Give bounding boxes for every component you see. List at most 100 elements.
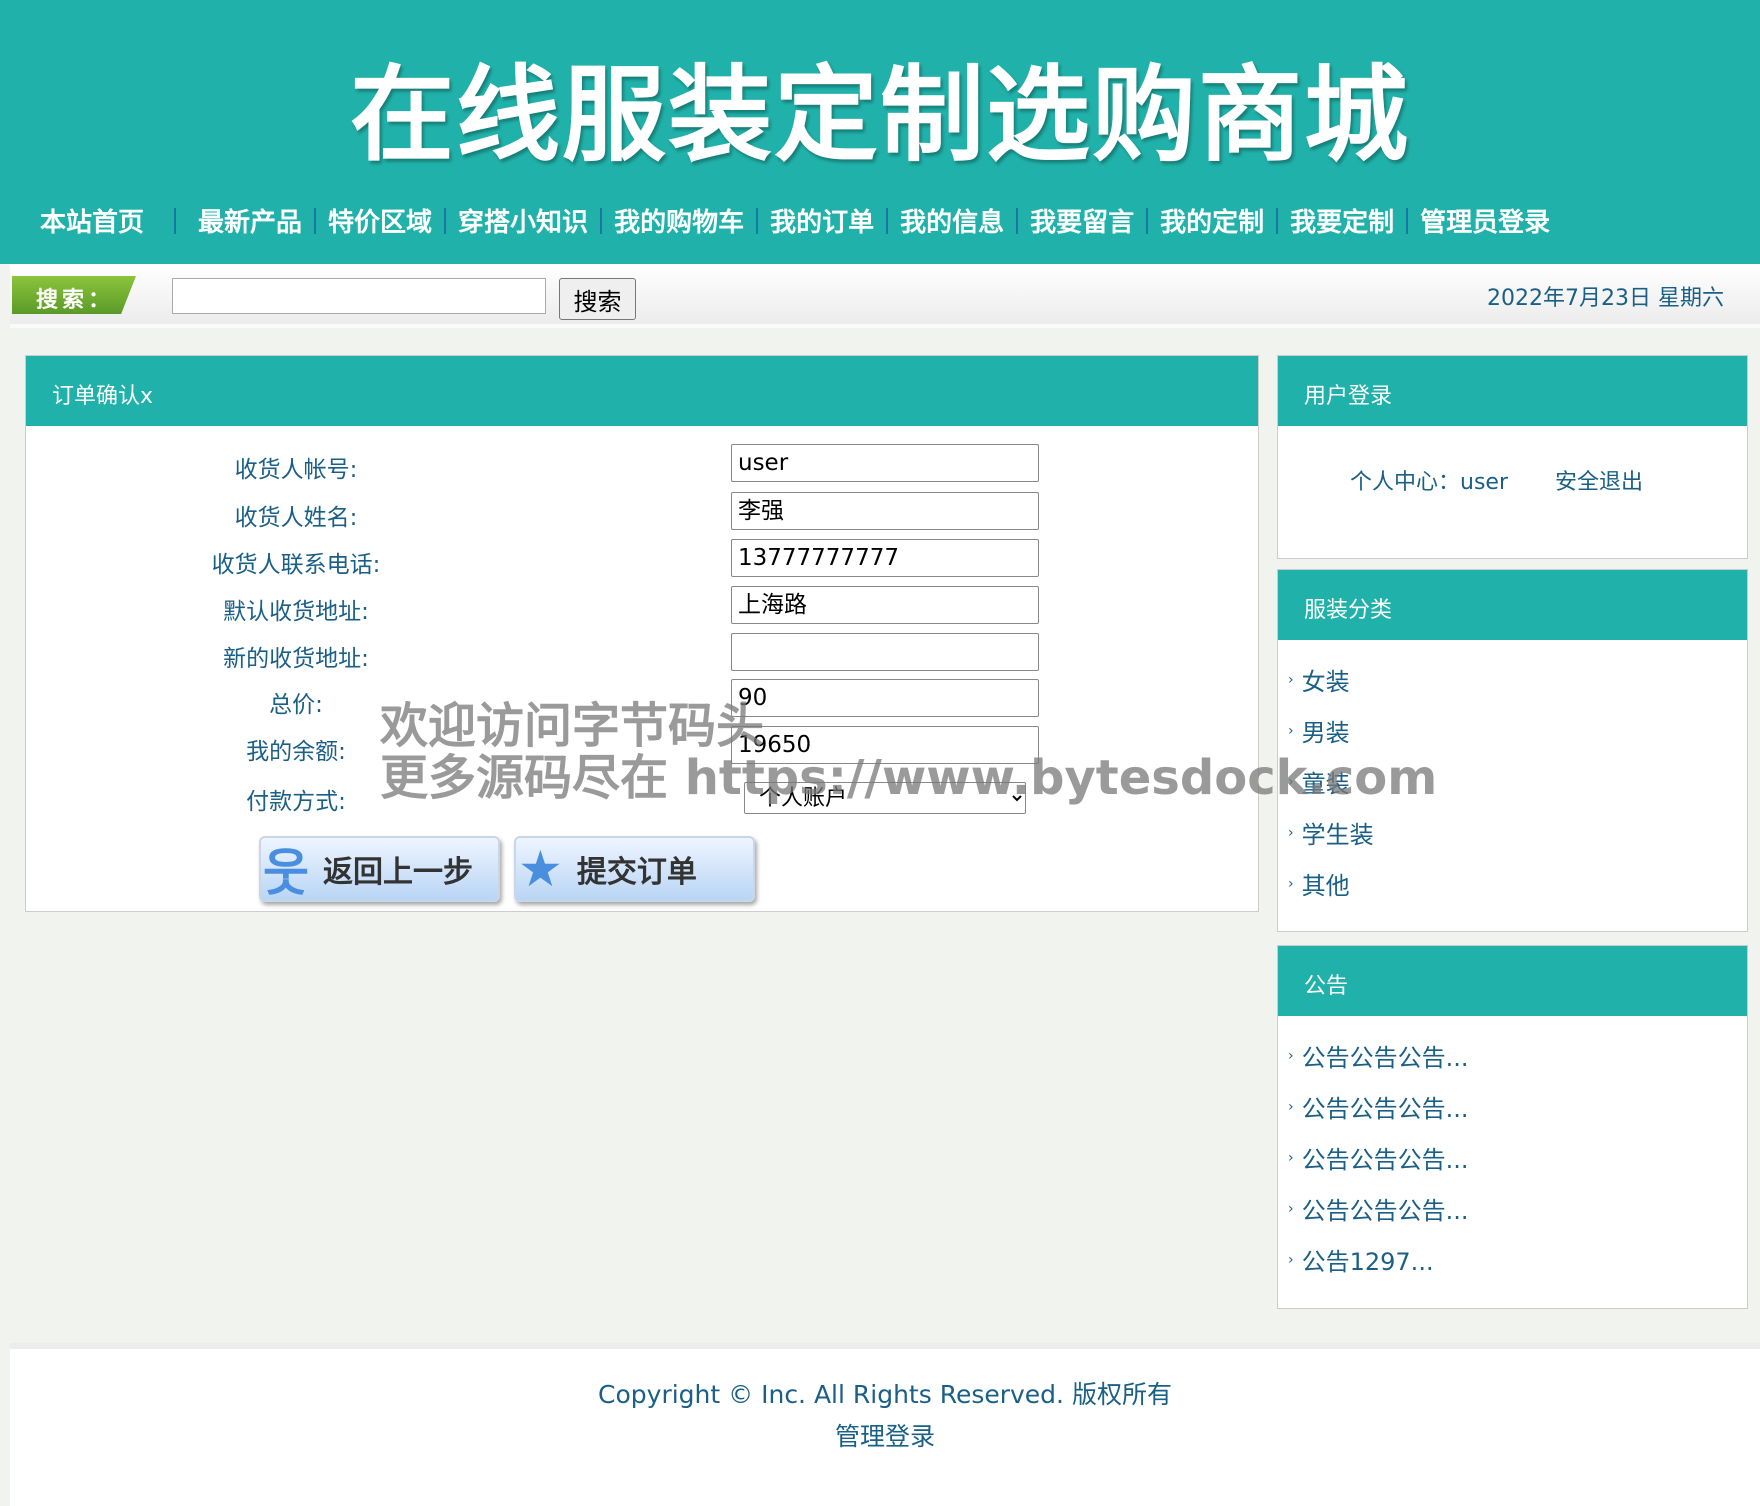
form-row: 收货人帐号: user <box>26 442 1258 486</box>
bullet-icon: › <box>1288 1099 1294 1115</box>
form-row: 总价: 90 <box>26 677 1258 721</box>
nav-separator <box>174 208 176 234</box>
bullet-icon: › <box>1288 1201 1294 1217</box>
footer: Copyright © Inc. All Rights Reserved. 版权… <box>10 1343 1760 1506</box>
nav-item[interactable]: 我的信息 <box>900 202 1004 239</box>
nav-item[interactable]: 本站首页 <box>40 202 144 239</box>
list-item[interactable]: › 男装 <box>1288 705 1747 756</box>
nav-item[interactable]: 我的购物车 <box>614 202 744 239</box>
list-item[interactable]: › 女装 <box>1288 654 1747 705</box>
notice-panel: 公告 › 公告公告公告... › 公告公告公告... › 公告公告公告... › 公告公告公告… <box>1277 945 1748 1309</box>
list-item-label: 男装 <box>1302 713 1350 748</box>
nav-item[interactable]: 我的定制 <box>1160 202 1264 239</box>
panel-title: 订单确认x <box>26 356 1258 426</box>
star-icon: ★ <box>518 840 563 898</box>
list-item-label: 其他 <box>1302 866 1350 901</box>
bullet-icon: › <box>1288 723 1294 739</box>
form-row: 我的余额: 19650 <box>26 724 1258 768</box>
site-title: 在线服装定制选购商城 <box>0 30 1760 181</box>
nav-separator <box>1276 208 1278 234</box>
field-label: 新的收货地址: <box>26 639 566 673</box>
submit-button-label: 提交订单 <box>577 847 697 891</box>
search-label: 搜索： <box>12 276 136 314</box>
user-center-link[interactable]: 个人中心：user <box>1350 470 1508 495</box>
form-row-payment: 付款方式: 个人账户 <box>26 774 1258 818</box>
list-item[interactable]: › 公告公告公告... <box>1288 1183 1747 1234</box>
list-item-label: 女装 <box>1302 662 1350 697</box>
field-input[interactable]: 13777777777 <box>731 539 1039 577</box>
list-item-label: 公告公告公告... <box>1302 1191 1469 1226</box>
list-item-label: 公告公告公告... <box>1302 1140 1469 1175</box>
nav-item[interactable]: 最新产品 <box>198 202 302 239</box>
field-input[interactable]: 上海路 <box>731 586 1039 624</box>
back-button-label: 返回上一步 <box>323 847 473 891</box>
nav-item[interactable]: 管理员登录 <box>1420 202 1550 239</box>
form-row: 收货人姓名: 李强 <box>26 490 1258 534</box>
nav-separator <box>444 208 446 234</box>
list-item[interactable]: › 公告公告公告... <box>1288 1132 1747 1183</box>
main-nav: 本站首页 最新产品特价区域穿搭小知识我的购物车我的订单我的信息我要留言我的定制我要… <box>40 202 1550 239</box>
payment-method-select[interactable]: 个人账户 <box>744 782 1026 814</box>
field-label: 我的余额: <box>26 732 566 766</box>
list-item[interactable]: ›童装 <box>1288 756 1747 807</box>
panel-title: 用户登录 <box>1278 356 1747 426</box>
bullet-icon: › <box>1288 1150 1294 1166</box>
bullet-icon: › <box>1288 876 1294 892</box>
field-label: 收货人姓名: <box>26 498 566 532</box>
form-row: 默认收货地址: 上海路 <box>26 584 1258 628</box>
field-input[interactable]: 李强 <box>731 492 1039 530</box>
field-input[interactable]: 90 <box>731 679 1039 717</box>
notice-list: › 公告公告公告... › 公告公告公告... › 公告公告公告... › 公告公告公告...… <box>1278 1016 1747 1285</box>
nav-separator <box>886 208 888 234</box>
person-icon: 웃 <box>263 833 309 905</box>
back-button[interactable]: 웃 返回上一步 <box>259 836 500 902</box>
field-input[interactable] <box>731 633 1039 671</box>
nav-item[interactable]: 穿搭小知识 <box>458 202 588 239</box>
list-item[interactable]: › 公告公告公告... <box>1288 1081 1747 1132</box>
nav-separator <box>1146 208 1148 234</box>
form-row: 收货人联系电话: 13777777777 <box>26 537 1258 581</box>
nav-separator <box>756 208 758 234</box>
form-row: 新的收货地址: <box>26 631 1258 675</box>
search-input[interactable] <box>172 278 546 314</box>
logout-link[interactable]: 安全退出 <box>1555 470 1643 495</box>
user-login-panel: 用户登录 个人中心：user 安全退出 <box>1277 355 1748 559</box>
list-item-label: 公告公告公告... <box>1302 1089 1469 1124</box>
list-item-label: 童装 <box>1302 764 1350 799</box>
field-label: 付款方式: <box>26 782 566 816</box>
list-item-label: 公告1297... <box>1302 1242 1434 1277</box>
search-bar: 搜索： 搜索 2022年7月23日 星期六 <box>10 264 1760 328</box>
search-button[interactable]: 搜索 <box>559 278 636 320</box>
nav-item[interactable]: 我要留言 <box>1030 202 1134 239</box>
order-confirm-panel: 订单确认x 收货人帐号: user 收货人姓名: 李强收货人联系电话: 13777777… <box>25 355 1259 912</box>
panel-title: 服装分类 <box>1278 570 1747 640</box>
site-header: 在线服装定制选购商城 本站首页 最新产品特价区域穿搭小知识我的购物车我的订单我的信… <box>0 0 1760 264</box>
nav-separator <box>600 208 602 234</box>
field-input[interactable]: user <box>731 444 1039 482</box>
nav-item[interactable]: 我要定制 <box>1290 202 1394 239</box>
field-input[interactable]: 19650 <box>731 726 1039 764</box>
nav-item[interactable]: 特价区域 <box>328 202 432 239</box>
list-item[interactable]: › 公告公告公告... <box>1288 1030 1747 1081</box>
category-panel: 服装分类 › 女装 › 男装 ›童装 › 学生装 › 其他 <box>1277 569 1748 932</box>
list-item-label: 学生装 <box>1302 815 1374 850</box>
list-item-label: 公告公告公告... <box>1302 1038 1469 1073</box>
bullet-icon: › <box>1288 1048 1294 1064</box>
list-item[interactable]: › 学生装 <box>1288 807 1747 858</box>
bullet-icon: › <box>1288 1252 1294 1268</box>
field-label: 默认收货地址: <box>26 592 566 626</box>
list-item[interactable]: › 公告1297... <box>1288 1234 1747 1285</box>
field-label: 总价: <box>26 685 566 719</box>
admin-login-link[interactable]: 管理登录 <box>10 1417 1760 1453</box>
field-label: 收货人帐号: <box>26 450 566 484</box>
submit-order-button[interactable]: ★ 提交订单 <box>514 836 755 902</box>
panel-title: 公告 <box>1278 946 1747 1016</box>
field-label: 收货人联系电话: <box>26 545 566 579</box>
nav-item[interactable]: 我的订单 <box>770 202 874 239</box>
bullet-icon: › <box>1288 672 1294 688</box>
nav-separator <box>1016 208 1018 234</box>
nav-separator <box>1406 208 1408 234</box>
nav-separator <box>314 208 316 234</box>
bullet-icon: › <box>1288 825 1294 841</box>
list-item[interactable]: › 其他 <box>1288 858 1747 909</box>
